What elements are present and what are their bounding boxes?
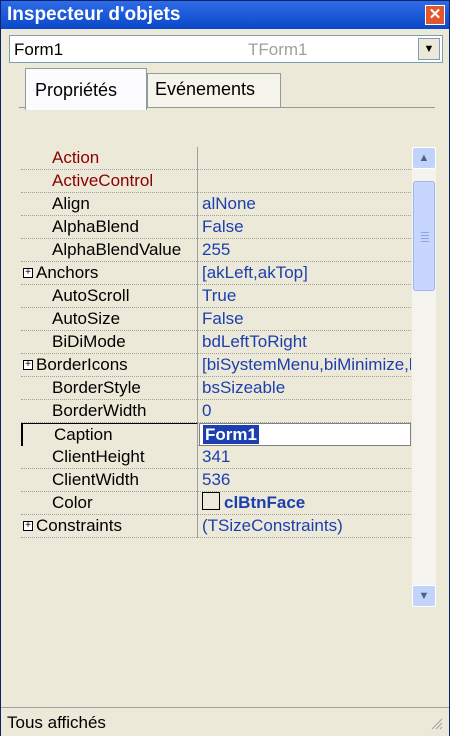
property-value[interactable]: clBtnFace: [199, 492, 411, 515]
property-row[interactable]: Align alNone: [21, 193, 411, 216]
property-value[interactable]: 255: [199, 239, 411, 262]
status-bar: Tous affichés: [1, 707, 449, 736]
property-value[interactable]: [199, 147, 411, 170]
property-name: Constraints: [21, 515, 198, 538]
object-name: Form1: [14, 40, 64, 59]
tab-events-label: Evénements: [155, 79, 256, 99]
property-value[interactable]: False: [199, 308, 411, 331]
property-value[interactable]: alNone: [199, 193, 411, 216]
vertical-scrollbar[interactable]: ▲ ▼: [412, 147, 436, 607]
chevron-down-icon[interactable]: ▼: [412, 585, 436, 607]
property-value[interactable]: True: [199, 285, 411, 308]
property-row[interactable]: BorderStyle bsSizeable: [21, 377, 411, 400]
property-row[interactable]: BiDiMode bdLeftToRight: [21, 331, 411, 354]
property-name: AutoScroll: [21, 285, 198, 308]
property-row[interactable]: BorderWidth 0: [21, 400, 411, 423]
color-swatch-icon: [202, 492, 220, 510]
property-value[interactable]: False: [199, 216, 411, 239]
property-value[interactable]: [199, 170, 411, 193]
object-selector[interactable]: Form1 TForm1 ▼: [9, 35, 443, 63]
property-row[interactable]: AlphaBlend False: [21, 216, 411, 239]
chevron-down-icon[interactable]: ▼: [418, 38, 440, 60]
close-icon[interactable]: ✕: [425, 5, 445, 25]
property-name: ClientHeight: [21, 446, 198, 469]
property-row[interactable]: Action: [21, 147, 411, 170]
property-name: Align: [21, 193, 198, 216]
property-name: ActiveControl: [21, 170, 198, 193]
scroll-thumb[interactable]: [413, 181, 435, 291]
property-row[interactable]: + Anchors [akLeft,akTop]: [21, 262, 411, 285]
tab-events[interactable]: Evénements: [147, 73, 281, 107]
property-value[interactable]: [akLeft,akTop]: [199, 262, 411, 285]
property-value[interactable]: 536: [199, 469, 411, 492]
property-value[interactable]: 0: [199, 400, 411, 423]
tab-properties[interactable]: Propriétés: [25, 68, 147, 110]
property-value-editor[interactable]: Form1: [199, 423, 411, 446]
property-value[interactable]: bsSizeable: [199, 377, 411, 400]
grip-lines: [421, 232, 429, 233]
property-row[interactable]: + Constraints (TSizeConstraints): [21, 515, 411, 538]
property-name: Anchors: [21, 262, 198, 285]
tab-properties-label: Propriétés: [35, 80, 118, 100]
property-name: Caption: [21, 423, 198, 446]
property-row[interactable]: AlphaBlendValue 255: [21, 239, 411, 262]
property-name: Action: [21, 147, 198, 170]
property-row[interactable]: + BorderIcons [biSystemMenu,biMinimize,b…: [21, 354, 411, 377]
property-row[interactable]: ClientHeight 341: [21, 446, 411, 469]
property-row[interactable]: ActiveControl: [21, 170, 411, 193]
property-row[interactable]: ClientWidth 536: [21, 469, 411, 492]
property-value[interactable]: (TSizeConstraints): [199, 515, 411, 538]
title-bar[interactable]: Inspecteur d'objets ✕: [1, 1, 449, 29]
object-class: TForm1: [248, 40, 308, 59]
object-inspector-window: Inspecteur d'objets ✕ Form1 TForm1 ▼ Pro…: [0, 0, 450, 736]
status-text: Tous affichés: [7, 713, 106, 732]
property-value[interactable]: [biSystemMenu,biMinimize,biMaximize]: [199, 354, 411, 377]
property-value[interactable]: bdLeftToRight: [199, 331, 411, 354]
property-name: BorderStyle: [21, 377, 198, 400]
resize-grip-icon[interactable]: [429, 716, 443, 730]
property-name: Color: [21, 492, 198, 515]
selected-value-text: Form1: [203, 425, 259, 444]
chevron-up-icon[interactable]: ▲: [412, 147, 436, 169]
property-row-selected[interactable]: Caption Form1: [21, 423, 411, 446]
property-grid: Action ActiveControl Align alNone AlphaB…: [21, 147, 411, 607]
property-value[interactable]: 341: [199, 446, 411, 469]
property-name: ClientWidth: [21, 469, 198, 492]
property-name: AutoSize: [21, 308, 198, 331]
property-name: BiDiMode: [21, 331, 198, 354]
property-name: AlphaBlend: [21, 216, 198, 239]
window-title: Inspecteur d'objets: [7, 4, 181, 25]
property-name: BorderWidth: [21, 400, 198, 423]
property-row[interactable]: Color clBtnFace: [21, 492, 411, 515]
color-value-text: clBtnFace: [224, 493, 306, 512]
property-row[interactable]: AutoScroll True: [21, 285, 411, 308]
property-name: AlphaBlendValue: [21, 239, 198, 262]
property-row[interactable]: AutoSize False: [21, 308, 411, 331]
property-name: BorderIcons: [21, 354, 198, 377]
